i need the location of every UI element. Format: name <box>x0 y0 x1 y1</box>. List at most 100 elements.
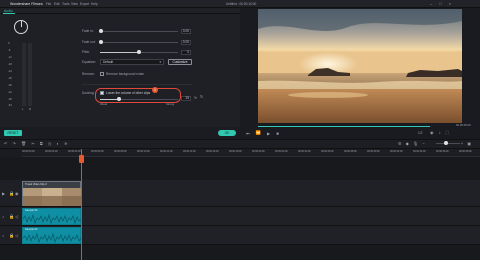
ducking-value[interactable]: 25 <box>181 96 191 101</box>
fade-in-value[interactable]: 0.00 <box>181 29 191 34</box>
zoom-out-icon[interactable]: − <box>422 141 424 147</box>
mute-icon[interactable]: ◁ <box>15 233 18 238</box>
audio-track-1[interactable] <box>22 207 480 226</box>
fade-in-slider[interactable] <box>100 31 178 32</box>
speed-icon[interactable]: ◷ <box>48 141 52 147</box>
audio-clip-2[interactable]: Sample 04 <box>22 227 81 244</box>
tab-underline <box>3 13 15 14</box>
equalizer-label: Equalizer: <box>82 60 97 64</box>
player-controls: ⏮ ⏪ ▶ ■ <box>246 130 279 136</box>
fade-out-thumb[interactable] <box>99 40 103 44</box>
beach-sunset-image <box>258 9 462 123</box>
close-button[interactable]: × <box>449 1 451 6</box>
delete-icon[interactable]: 🗑 <box>21 141 26 147</box>
maximize-button[interactable]: □ <box>439 1 441 6</box>
knob-indicator <box>20 21 22 27</box>
eye-icon[interactable]: ◉ <box>15 191 19 196</box>
track-head-video: ▶ 🔒 ◉ <box>0 180 22 207</box>
zoom-tools: ⚙ ◆ 🎙 − + ▣ <box>398 141 471 147</box>
audio-clip-1[interactable]: Sample 04 <box>22 208 81 225</box>
lock-icon[interactable]: 🔒 <box>9 214 14 220</box>
video-clip-thumbnails <box>23 188 81 206</box>
denoise-option: Remove background noise <box>106 72 144 76</box>
skip-back-icon[interactable]: ⏮ <box>246 131 250 136</box>
equalizer-selected: Default <box>103 60 114 64</box>
menu-view[interactable]: View <box>71 2 78 6</box>
color-icon[interactable]: ◐ <box>57 141 60 147</box>
fade-in-label: Fade in: <box>82 29 94 33</box>
customize-button[interactable]: Customize <box>168 59 192 65</box>
tab-bar <box>0 8 240 14</box>
fullscreen-icon[interactable]: ⛶ <box>446 130 449 135</box>
zoom-in-icon[interactable]: + <box>461 141 463 147</box>
lock-icon[interactable]: 🔒 <box>9 191 14 197</box>
audio-clip-2-label: Sample 04 <box>25 228 38 231</box>
ruler-ticks: 00:00:00:00 00:00:02:00 00:00:04:00 00:0… <box>22 150 472 153</box>
preview-ratio[interactable]: 1/2 <box>418 131 422 135</box>
denoise-checkbox[interactable] <box>100 72 104 76</box>
ducking-label: Ducking: <box>82 91 95 95</box>
video-track[interactable] <box>22 180 480 207</box>
menu-tools[interactable]: Tools <box>62 2 69 6</box>
ducking-highlight <box>95 88 181 103</box>
render-icon[interactable]: ⚙ <box>398 141 402 147</box>
snapshot-icon[interactable]: ◉ <box>430 130 434 135</box>
playhead-line[interactable] <box>81 149 82 260</box>
crop-icon[interactable]: ⧉ <box>40 141 43 147</box>
reset-button[interactable]: RESET <box>4 130 22 136</box>
denoise-label: Remove: <box>82 72 95 76</box>
chevron-down-icon: ▾ <box>159 60 161 64</box>
menu-file[interactable]: File <box>46 2 51 6</box>
menu-export[interactable]: Export <box>80 2 89 6</box>
undo-icon[interactable]: ↶ <box>4 141 8 147</box>
menu-edit[interactable]: Edit <box>54 2 60 6</box>
document-title: Untitled : 00:00:10:00 <box>226 2 257 6</box>
audio-mixer-icon[interactable]: ≋ <box>64 141 68 147</box>
pitch-slider-fill <box>100 52 139 53</box>
fade-out-value[interactable]: 0.00 <box>181 40 191 45</box>
audio-clip-1-label: Sample 04 <box>25 209 38 212</box>
fit-icon[interactable]: ▣ <box>467 141 471 147</box>
level-meter-left <box>22 43 26 106</box>
pitch-thumb[interactable] <box>137 50 141 54</box>
refresh-icon[interactable]: ↻ <box>200 95 203 99</box>
player-timecode: 00:00:00:00 <box>456 123 471 127</box>
marker-icon[interactable]: ◆ <box>406 141 409 147</box>
audio-waveform-1 <box>23 214 81 225</box>
playhead-handle[interactable] <box>79 155 84 163</box>
ok-button[interactable]: OK <box>218 130 236 136</box>
lock-icon[interactable]: 🔒 <box>9 233 14 239</box>
level-meter-right <box>28 43 32 106</box>
video-track-icon: ▶ <box>2 191 6 196</box>
stop-icon[interactable]: ■ <box>276 131 279 136</box>
zoom-thumb[interactable] <box>444 141 448 145</box>
mic-icon[interactable]: 🎙 <box>413 141 418 147</box>
redo-icon[interactable]: ↷ <box>13 141 17 147</box>
mute-icon[interactable]: ◁ <box>15 214 18 219</box>
audio-track-icon: ♪ <box>2 233 5 238</box>
meter-label-l: L <box>22 107 24 111</box>
equalizer-select[interactable]: Default ▾ <box>100 59 164 65</box>
divider <box>82 84 192 85</box>
step-back-icon[interactable]: ⏪ <box>256 130 261 136</box>
menu-help[interactable]: Help <box>91 2 98 6</box>
fade-in-thumb[interactable] <box>99 29 103 33</box>
playback-progress <box>258 126 430 127</box>
preview-tools: ◉ ♪ ⛶ <box>430 130 449 135</box>
pitch-value[interactable]: 0 <box>181 50 191 55</box>
meter-label-r: R <box>29 107 32 111</box>
video-preview <box>258 9 462 123</box>
ducking-unit: % <box>194 96 197 100</box>
pitch-label: Pitch: <box>82 50 90 54</box>
audio-track-2[interactable] <box>22 226 480 245</box>
cut-icon[interactable]: ✂ <box>31 141 35 147</box>
fade-out-slider[interactable] <box>100 42 178 43</box>
zoom-slider[interactable] <box>436 143 460 144</box>
edit-tools: ↶ ↷ 🗑 ✂ ⧉ ◷ ◐ ≋ <box>4 141 68 147</box>
volume-icon[interactable]: ♪ <box>439 130 441 135</box>
fade-out-label: Fade out: <box>82 40 96 44</box>
meter-scale: 0 -6 -12 -18 -24 -30 -36 -42 -48 -54 <box>8 42 12 107</box>
play-icon[interactable]: ▶ <box>267 131 270 136</box>
video-clip[interactable]: Travel Video Clip 2 <box>22 181 81 206</box>
minimize-button[interactable]: – <box>430 1 432 6</box>
